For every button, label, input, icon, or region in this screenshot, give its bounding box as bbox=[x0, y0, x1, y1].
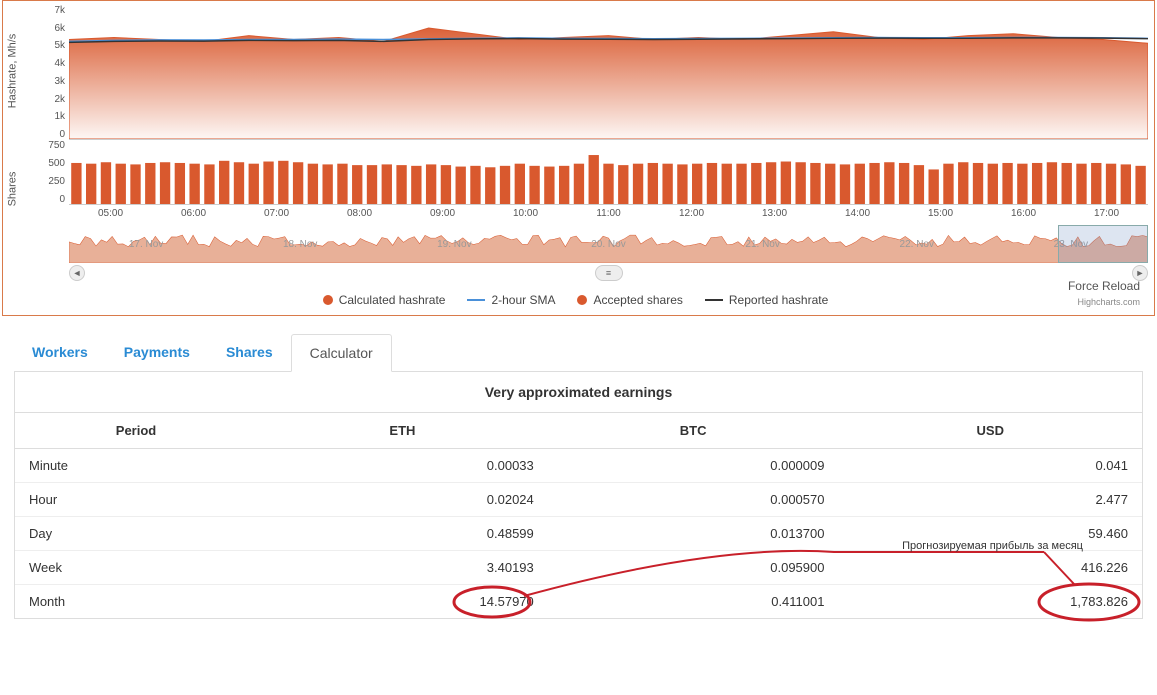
cell-eth: 14.57970 bbox=[257, 585, 548, 619]
navigator-left-button[interactable]: ◄ bbox=[69, 265, 85, 281]
cell-btc: 0.013700 bbox=[548, 517, 839, 551]
chart-legend: Calculated hashrate 2-hour SMA Accepted … bbox=[3, 283, 1148, 311]
y-axis-label-shares: Shares bbox=[6, 172, 18, 207]
table-row: Day 0.48599 0.013700 59.460 bbox=[15, 517, 1142, 551]
earnings-table-wrap: Very approximated earnings Period ETH BT… bbox=[14, 372, 1143, 619]
col-btc: BTC bbox=[548, 413, 839, 449]
hashrate-chart-panel: Hashrate, Mh/s Shares 7k6k5k4k3k2k1k0 75… bbox=[2, 0, 1155, 316]
line-icon bbox=[705, 299, 723, 301]
cell-period: Minute bbox=[15, 449, 257, 483]
x-ticks: 05:0006:0007:0008:0009:0010:0011:0012:00… bbox=[69, 205, 1148, 219]
col-eth: ETH bbox=[257, 413, 548, 449]
cell-usd: 59.460 bbox=[838, 517, 1142, 551]
tabs-bar: Workers Payments Shares Calculator bbox=[14, 334, 1143, 372]
circle-icon bbox=[323, 295, 333, 305]
cell-eth: 0.02024 bbox=[257, 483, 548, 517]
navigator-grip[interactable]: ≡ bbox=[595, 265, 623, 281]
table-row: Week 3.40193 0.095900 416.226 bbox=[15, 551, 1142, 585]
cell-btc: 0.000570 bbox=[548, 483, 839, 517]
cell-period: Week bbox=[15, 551, 257, 585]
legend-2hour-sma[interactable]: 2-hour SMA bbox=[467, 293, 555, 307]
cell-btc: 0.411001 bbox=[548, 585, 839, 619]
line-icon bbox=[467, 299, 485, 301]
tab-workers[interactable]: Workers bbox=[14, 334, 106, 371]
col-period: Period bbox=[15, 413, 257, 449]
table-row: Minute 0.00033 0.000009 0.041 bbox=[15, 449, 1142, 483]
cell-usd: 0.041 bbox=[838, 449, 1142, 483]
cell-period: Hour bbox=[15, 483, 257, 517]
cell-eth: 0.48599 bbox=[257, 517, 548, 551]
hashrate-plot[interactable] bbox=[69, 5, 1148, 140]
force-reload-link[interactable]: Force Reload bbox=[1068, 279, 1140, 293]
legend-accepted-shares[interactable]: Accepted shares bbox=[577, 293, 682, 307]
cell-eth: 3.40193 bbox=[257, 551, 548, 585]
tab-shares[interactable]: Shares bbox=[208, 334, 291, 371]
cell-period: Month bbox=[15, 585, 257, 619]
cell-period: Day bbox=[15, 517, 257, 551]
legend-calculated-hashrate[interactable]: Calculated hashrate bbox=[323, 293, 446, 307]
chart-navigator[interactable]: 17. Nov18. Nov19. Nov20. Nov21. Nov22. N… bbox=[69, 225, 1148, 281]
y-axis-label-hashrate: Hashrate, Mh/s bbox=[6, 34, 18, 109]
cell-btc: 0.000009 bbox=[548, 449, 839, 483]
shares-plot[interactable] bbox=[69, 150, 1148, 205]
navigator-handle[interactable] bbox=[1058, 225, 1148, 263]
tab-calculator[interactable]: Calculator bbox=[291, 334, 392, 372]
cell-usd: 1,783.826 bbox=[838, 585, 1142, 619]
legend-reported-hashrate[interactable]: Reported hashrate bbox=[705, 293, 828, 307]
cell-usd: 2.477 bbox=[838, 483, 1142, 517]
circle-icon bbox=[577, 295, 587, 305]
earnings-table: Period ETH BTC USD Minute 0.00033 0.0000… bbox=[15, 412, 1142, 618]
col-usd: USD bbox=[838, 413, 1142, 449]
tab-payments[interactable]: Payments bbox=[106, 334, 208, 371]
table-row: Hour 0.02024 0.000570 2.477 bbox=[15, 483, 1142, 517]
cell-btc: 0.095900 bbox=[548, 551, 839, 585]
cell-eth: 0.00033 bbox=[257, 449, 548, 483]
earnings-table-title: Very approximated earnings bbox=[15, 372, 1142, 412]
table-row: Month 14.57970 0.411001 1,783.826 bbox=[15, 585, 1142, 619]
highcharts-credit[interactable]: Highcharts.com bbox=[1077, 297, 1140, 307]
cell-usd: 416.226 bbox=[838, 551, 1142, 585]
